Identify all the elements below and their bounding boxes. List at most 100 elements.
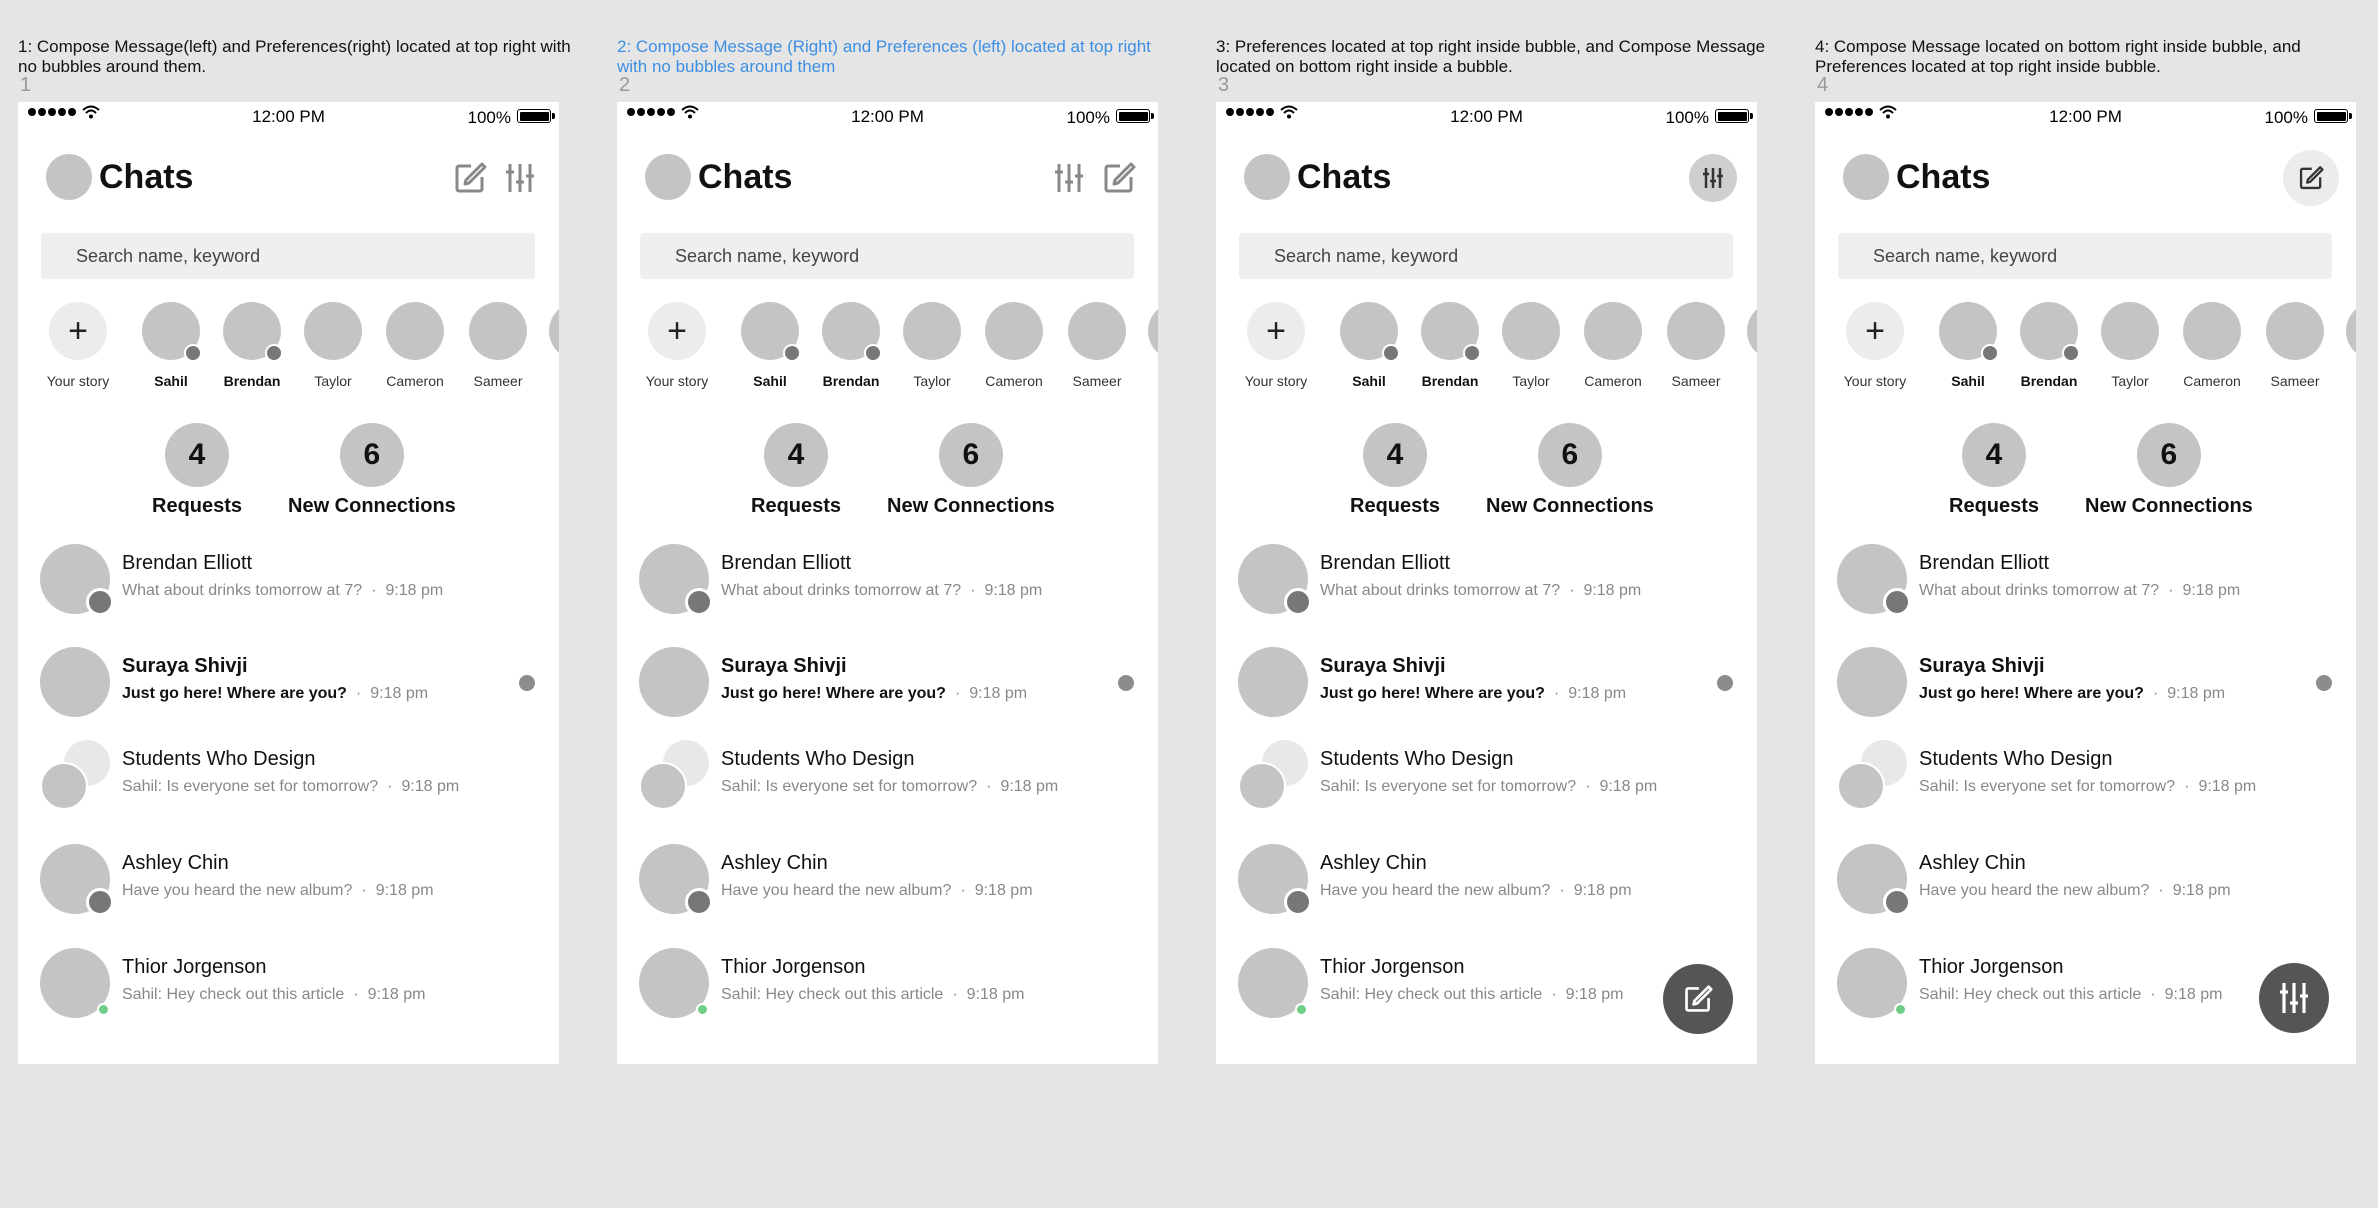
chat-row[interactable]: Ashley Chin Have you heard the new album… [1815,844,2356,924]
avatar[interactable] [645,154,691,200]
search-bar[interactable] [41,233,535,279]
story-cameron[interactable]: Cameron [974,302,1054,389]
chat-row[interactable]: Thior Jorgenson Sahil: Hey check out thi… [18,948,559,1028]
story-sahil[interactable]: Sahil [1928,302,2008,389]
search-input[interactable] [1239,233,1733,279]
sliders-icon[interactable] [1050,159,1088,197]
story-sahil[interactable]: Sahil [131,302,211,389]
story-cameron[interactable]: Cameron [2172,302,2252,389]
chat-name: Ashley Chin [122,852,229,874]
compose-fab[interactable] [1663,964,1733,1034]
avatar [40,844,114,916]
story-sameer[interactable]: Sameer [1656,302,1736,389]
story-cameron[interactable]: Cameron [375,302,455,389]
search-input[interactable] [640,233,1134,279]
chat-row[interactable]: Students Who Design Sahil: Is everyone s… [1815,740,2356,820]
story-label: Brendan [822,373,880,389]
chat-row[interactable]: Ashley Chin Have you heard the new album… [18,844,559,924]
chat-row[interactable]: Brendan Elliott What about drinks tomorr… [617,544,1158,624]
requests-stat[interactable]: 4 Requests [1350,423,1440,518]
chat-row[interactable]: Suraya Shivji Just go here! Where are yo… [617,647,1158,727]
chat-row[interactable]: Students Who Design Sahil: Is everyone s… [18,740,559,820]
story-label: Your story [46,373,110,389]
story-taylor[interactable]: Taylor [1491,302,1571,389]
avatar[interactable] [1244,154,1290,200]
requests-stat[interactable]: 4 Requests [152,423,242,518]
chat-row[interactable]: Suraya Shivji Just go here! Where are yo… [1815,647,2356,727]
story-partial[interactable] [538,302,559,360]
story-partial[interactable] [1137,302,1158,360]
story-your-story[interactable]: + Your story [38,302,118,389]
chat-row[interactable]: Brendan Elliott What about drinks tomorr… [18,544,559,624]
story-sameer[interactable]: Sameer [2255,302,2335,389]
add-story-icon[interactable]: + [49,302,107,360]
add-story-icon[interactable]: + [1846,302,1904,360]
story-brendan[interactable]: Brendan [1410,302,1490,389]
chat-preview: Just go here! Where are you? · 9:18 pm [1919,685,2226,702]
story-cameron[interactable]: Cameron [1573,302,1653,389]
compose-icon[interactable] [1100,159,1138,197]
stories-row: + Your story Sahil Brendan Taylor Cameron… [1216,302,1757,392]
search-bar[interactable] [640,233,1134,279]
search-input[interactable] [1838,233,2332,279]
search-bar[interactable] [1838,233,2332,279]
story-partial[interactable] [2335,302,2356,360]
story-sahil[interactable]: Sahil [730,302,810,389]
story-taylor[interactable]: Taylor [892,302,972,389]
chat-row[interactable]: Brendan Elliott What about drinks tomorr… [1815,544,2356,624]
avatar[interactable] [46,154,92,200]
chat-row[interactable]: Ashley Chin Have you heard the new album… [1216,844,1757,924]
chat-name: Students Who Design [721,748,915,770]
sliders-icon[interactable] [501,159,539,197]
story-your-story[interactable]: + Your story [1835,302,1915,389]
story-your-story[interactable]: + Your story [637,302,717,389]
requests-stat[interactable]: 4 Requests [1949,423,2039,518]
story-taylor[interactable]: Taylor [2090,302,2170,389]
chat-preview: Sahil: Is everyone set for tomorrow? · 9:1… [122,778,460,795]
chat-row[interactable]: Students Who Design Sahil: Is everyone s… [617,740,1158,820]
battery-icon [1116,109,1154,123]
connections-stat[interactable]: 6 New Connections [288,423,456,518]
add-story-icon[interactable]: + [1247,302,1305,360]
unread-dot [2316,675,2332,691]
story-brendan[interactable]: Brendan [212,302,292,389]
connections-stat[interactable]: 6 New Connections [2085,423,2253,518]
story-partial[interactable] [1736,302,1757,360]
compose-button[interactable] [2283,150,2339,206]
phone-screen: 12:00 PM 100% Chats + Your story Sahil Br… [1815,102,2356,1064]
preferences-button[interactable] [1689,154,1737,202]
story-sameer[interactable]: Sameer [458,302,538,389]
chat-preview: Just go here! Where are you? · 9:18 pm [122,685,429,702]
preferences-fab[interactable] [2259,963,2329,1033]
chat-row[interactable]: Brendan Elliott What about drinks tomorr… [1216,544,1757,624]
add-story-icon[interactable]: + [648,302,706,360]
story-sahil[interactable]: Sahil [1329,302,1409,389]
story-your-story[interactable]: + Your story [1236,302,1316,389]
story-sameer[interactable]: Sameer [1057,302,1137,389]
story-brendan[interactable]: Brendan [2009,302,2089,389]
avatar [1837,544,1911,616]
avatar[interactable] [1843,154,1889,200]
chat-row[interactable]: Thior Jorgenson Sahil: Hey check out thi… [617,948,1158,1028]
chat-row[interactable]: Students Who Design Sahil: Is everyone s… [1216,740,1757,820]
compose-icon[interactable] [451,159,489,197]
search-bar[interactable] [1239,233,1733,279]
page-title: Chats [698,158,793,196]
chats-header: Chats [1843,150,2343,206]
story-label: Sahil [1951,373,1985,389]
story-brendan[interactable]: Brendan [811,302,891,389]
requests-stat[interactable]: 4 Requests [751,423,841,518]
chats-header: Chats [46,154,546,202]
chat-preview: Just go here! Where are you? · 9:18 pm [1320,685,1627,702]
story-label: Sameer [1072,373,1122,389]
stories-row: + Your story Sahil Brendan Taylor Cameron… [1815,302,2356,392]
sliders-icon [1703,168,1723,188]
chat-row[interactable]: Suraya Shivji Just go here! Where are yo… [18,647,559,727]
page-title: Chats [99,158,194,196]
connections-stat[interactable]: 6 New Connections [1486,423,1654,518]
chat-row[interactable]: Ashley Chin Have you heard the new album… [617,844,1158,924]
chat-row[interactable]: Suraya Shivji Just go here! Where are yo… [1216,647,1757,727]
search-input[interactable] [41,233,535,279]
connections-stat[interactable]: 6 New Connections [887,423,1055,518]
story-taylor[interactable]: Taylor [293,302,373,389]
